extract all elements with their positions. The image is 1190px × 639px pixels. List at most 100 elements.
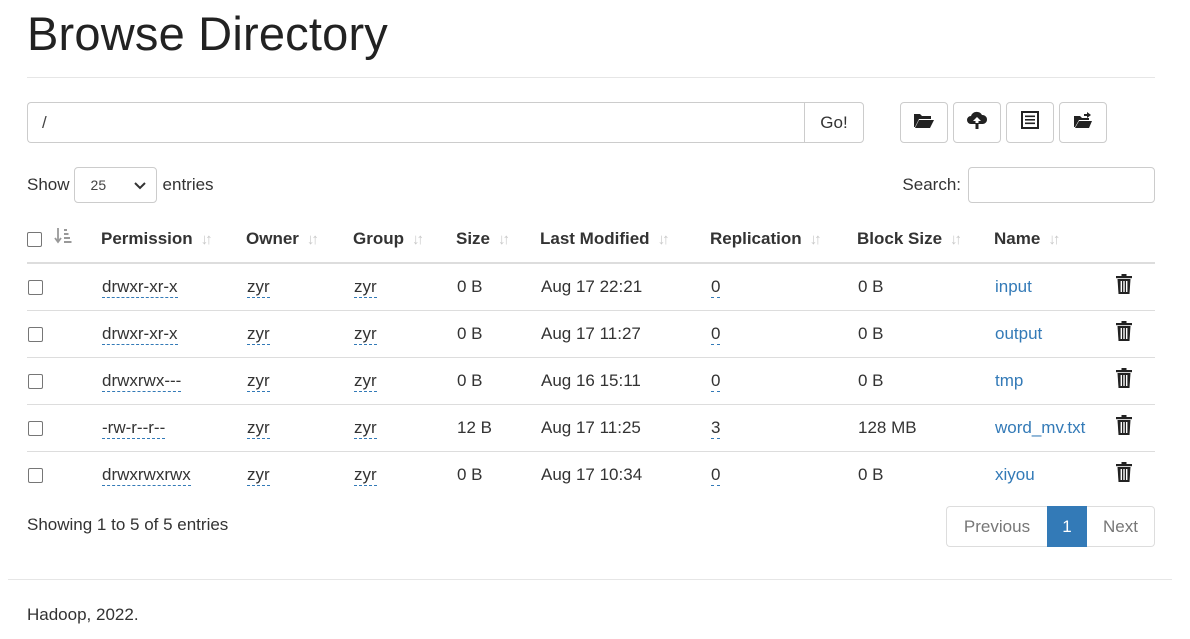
group-value[interactable]: zyr (354, 464, 377, 486)
group-cell: zyr (353, 356, 456, 404)
column-header-permission[interactable]: Permission ↓↑ (101, 215, 246, 264)
trash-icon[interactable] (1115, 274, 1133, 295)
row-checkbox[interactable] (28, 373, 43, 389)
row-select-cell (27, 263, 54, 310)
column-header-group[interactable]: Group ↓↑ (353, 215, 456, 264)
next-page-button[interactable]: Next (1087, 506, 1155, 547)
list-alt-icon (1019, 110, 1041, 135)
previous-page-button[interactable]: Previous (946, 506, 1047, 547)
owner-value[interactable]: zyr (247, 417, 270, 439)
file-name-link[interactable]: tmp (995, 371, 1023, 390)
row-checkbox[interactable] (28, 420, 43, 436)
path-input[interactable] (27, 102, 804, 143)
search-label: Search: (902, 175, 961, 194)
group-cell: zyr (353, 403, 456, 451)
row-spacer-cell (54, 450, 101, 498)
column-header-name[interactable]: Name ↓↑ (994, 215, 1114, 264)
owner-value[interactable]: zyr (247, 370, 270, 392)
cut-paste-button[interactable] (1006, 102, 1054, 143)
row-spacer-cell (54, 403, 101, 451)
file-name-link[interactable]: word_mv.txt (995, 418, 1085, 437)
size-cell: 0 B (456, 309, 540, 357)
permission-cell: drwxrwxrwx (101, 450, 246, 498)
table-row: drwxrwxrwx zyr zyr 0 B Aug 17 10:34 0 0 Bxiyou (27, 450, 1155, 498)
replication-cell: 0 (710, 263, 857, 310)
row-spacer-cell (54, 263, 101, 310)
entries-select[interactable]: 25 (73, 167, 157, 203)
owner-value[interactable]: zyr (247, 276, 270, 298)
trash-icon[interactable] (1115, 415, 1133, 435)
owner-value[interactable]: zyr (247, 323, 270, 345)
row-checkbox[interactable] (28, 467, 43, 483)
pagination: Previous 1 Next (946, 506, 1155, 547)
row-checkbox[interactable] (28, 326, 43, 342)
replication-cell: 0 (710, 309, 857, 357)
size-cell: 0 B (457, 276, 483, 296)
name-cell: output (994, 309, 1114, 357)
replication-value[interactable]: 3 (711, 417, 721, 439)
path-bar: Go! (27, 102, 864, 143)
sort-icon: ↓↑ (657, 230, 670, 248)
replication-value[interactable]: 0 (711, 370, 721, 392)
column-label: Size (456, 228, 491, 248)
row-checkbox[interactable] (28, 279, 43, 295)
replication-cell: 3 (710, 403, 857, 451)
upload-button[interactable] (953, 102, 1001, 143)
group-value[interactable]: zyr (354, 370, 377, 392)
table-row: drwxrwx--- zyr zyr 0 B Aug 16 15:11 0 0 Btmp (27, 356, 1155, 404)
size-cell: 12 B (456, 403, 540, 451)
replication-value[interactable]: 0 (711, 323, 721, 345)
replication-cell: 0 (710, 450, 857, 498)
file-name-link[interactable]: input (995, 277, 1032, 296)
sort-icon: ↓↑ (498, 230, 510, 248)
file-name-link[interactable]: output (995, 324, 1042, 343)
owner-cell: zyr (246, 309, 353, 357)
entries-length-control: Show 25 entries (27, 167, 214, 203)
group-value[interactable]: zyr (354, 417, 377, 439)
trash-icon[interactable] (1115, 321, 1133, 341)
permission-value[interactable]: drwxr-xr-x (102, 276, 178, 298)
permission-value[interactable]: drwxr-xr-x (102, 323, 178, 345)
owner-cell: zyr (246, 356, 353, 404)
page-1-button[interactable]: 1 (1047, 506, 1087, 547)
owner-value[interactable]: zyr (247, 464, 270, 486)
group-cell: zyr (353, 263, 456, 310)
create-directory-button[interactable] (900, 102, 948, 143)
column-label: Owner (246, 228, 299, 248)
toolbar (900, 102, 1107, 143)
go-button[interactable]: Go! (804, 102, 864, 143)
sort-icon: ↓↑ (200, 230, 213, 248)
sort-icon: ↓↑ (306, 230, 319, 248)
file-name-link[interactable]: xiyou (995, 465, 1035, 484)
row-select-cell (27, 403, 54, 451)
permission-value[interactable]: -rw-r--r-- (102, 417, 166, 439)
search-input[interactable] (968, 167, 1155, 203)
row-select-cell (27, 309, 54, 357)
replication-value[interactable]: 0 (711, 276, 721, 298)
last-modified-cell: Aug 16 15:11 (540, 356, 710, 404)
group-value[interactable]: zyr (354, 323, 377, 345)
permission-cell: drwxrwx--- (101, 356, 246, 404)
column-header-owner[interactable]: Owner ↓↑ (246, 215, 353, 264)
owner-cell: zyr (246, 450, 353, 498)
column-header-block-size[interactable]: Block Size ↓↑ (857, 215, 994, 264)
column-header-size[interactable]: Size ↓↑ (456, 215, 540, 264)
row-spacer-cell (54, 356, 101, 404)
owner-cell: zyr (246, 403, 353, 451)
column-header-replication[interactable]: Replication ↓↑ (710, 215, 857, 264)
owner-cell: zyr (246, 263, 353, 310)
permission-value[interactable]: drwxrwxrwx (102, 464, 191, 486)
select-all-checkbox[interactable] (27, 231, 42, 247)
replication-value[interactable]: 0 (711, 464, 721, 486)
trash-icon[interactable] (1115, 368, 1133, 388)
group-value[interactable]: zyr (354, 276, 377, 298)
move-button[interactable] (1059, 102, 1107, 143)
table-row: drwxr-xr-x zyr zyr 0 B Aug 17 22:21 0 0 B input (27, 263, 1155, 310)
sort-icon: ↓↑ (809, 230, 822, 248)
sort-column-header[interactable] (54, 215, 101, 264)
directory-table: Permission ↓↑ Owner ↓↑ Group ↓↑ Size ↓↑ Last… (27, 215, 1155, 498)
cloud-upload-icon (966, 110, 988, 135)
column-header-last-modified[interactable]: Last Modified ↓↑ (540, 215, 710, 264)
trash-icon[interactable] (1115, 462, 1133, 483)
permission-value[interactable]: drwxrwx--- (102, 370, 182, 392)
